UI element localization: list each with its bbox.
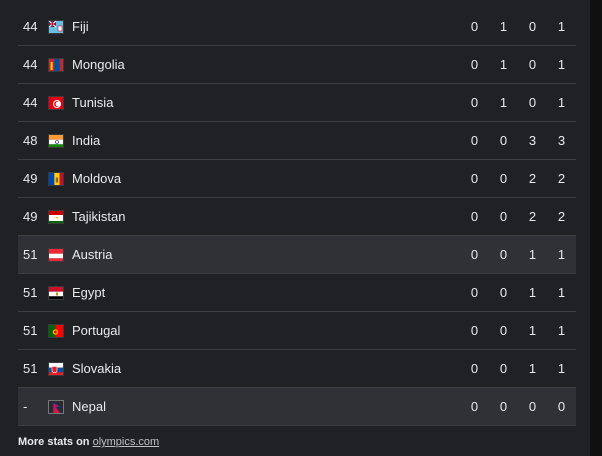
tajikistan-flag-icon xyxy=(48,209,64,224)
silver-count: 0 xyxy=(499,133,508,148)
medal-table: 44 Fiji 0 1 0 1 44 Mongolia 0 1 0 1 44 T… xyxy=(18,8,576,426)
portugal-flag-icon xyxy=(48,323,64,338)
slovakia-flag-icon xyxy=(48,361,64,376)
table-row[interactable]: 44 Fiji 0 1 0 1 xyxy=(18,8,576,46)
gold-count: 0 xyxy=(470,95,479,110)
gold-count: 0 xyxy=(470,247,479,262)
bronze-count: 1 xyxy=(528,361,537,376)
table-row[interactable]: 48 India 0 0 3 3 xyxy=(18,122,576,160)
silver-count: 0 xyxy=(499,285,508,300)
bronze-count: 0 xyxy=(528,399,537,414)
bronze-count: 0 xyxy=(528,95,537,110)
silver-count: 0 xyxy=(499,209,508,224)
country-name: Tunisia xyxy=(72,95,114,110)
gold-count: 0 xyxy=(470,209,479,224)
bronze-count: 1 xyxy=(528,323,537,338)
bronze-count: 0 xyxy=(528,19,537,34)
country-name: Moldova xyxy=(72,171,122,186)
table-row[interactable]: 51 Egypt 0 0 1 1 xyxy=(18,274,576,312)
total-count: 2 xyxy=(557,209,566,224)
more-stats-label: More stats on xyxy=(18,436,90,448)
gold-count: 0 xyxy=(470,285,479,300)
table-row[interactable]: 44 Mongolia 0 1 0 1 xyxy=(18,46,576,84)
total-count: 1 xyxy=(557,57,566,72)
table-row[interactable]: 51 Slovakia 0 0 1 1 xyxy=(18,350,576,388)
gold-count: 0 xyxy=(470,323,479,338)
country-name: Tajikistan xyxy=(72,209,126,224)
total-count: 0 xyxy=(557,399,566,414)
rank: 49 xyxy=(23,171,38,186)
mongolia-flag-icon xyxy=(48,57,64,72)
silver-count: 0 xyxy=(499,171,508,186)
total-count: 2 xyxy=(557,171,566,186)
silver-count: 1 xyxy=(499,57,508,72)
rank: - xyxy=(23,399,28,414)
country-name: Slovakia xyxy=(72,361,122,376)
table-row[interactable]: 49 Tajikistan 0 0 2 2 xyxy=(18,198,576,236)
fiji-flag-icon xyxy=(48,19,64,34)
egypt-flag-icon xyxy=(48,285,64,300)
bronze-count: 2 xyxy=(528,209,537,224)
table-row[interactable]: 49 Moldova 0 0 2 2 xyxy=(18,160,576,198)
table-row[interactable]: 51 Portugal 0 0 1 1 xyxy=(18,312,576,350)
gold-count: 0 xyxy=(470,19,479,34)
total-count: 3 xyxy=(557,133,566,148)
total-count: 1 xyxy=(557,361,566,376)
gold-count: 0 xyxy=(470,171,479,186)
country-name: Portugal xyxy=(72,323,121,338)
rank: 51 xyxy=(23,247,38,262)
rank: 49 xyxy=(23,209,38,224)
table-row[interactable]: 51 Austria 0 0 1 1 xyxy=(18,236,576,274)
scrollbar-track[interactable] xyxy=(590,0,602,456)
rank: 44 xyxy=(23,95,38,110)
moldova-flag-icon xyxy=(48,171,64,186)
gold-count: 0 xyxy=(470,361,479,376)
tunisia-flag-icon xyxy=(48,95,64,110)
table-row[interactable]: - Nepal 0 0 0 0 xyxy=(18,388,576,426)
gold-count: 0 xyxy=(470,133,479,148)
rank: 51 xyxy=(23,361,38,376)
medal-table-panel: 44 Fiji 0 1 0 1 44 Mongolia 0 1 0 1 44 T… xyxy=(0,0,590,456)
total-count: 1 xyxy=(557,323,566,338)
rank: 51 xyxy=(23,285,38,300)
total-count: 1 xyxy=(557,19,566,34)
country-name: Fiji xyxy=(72,19,89,34)
silver-count: 1 xyxy=(499,95,508,110)
bronze-count: 1 xyxy=(528,247,537,262)
rank: 44 xyxy=(23,57,38,72)
silver-count: 0 xyxy=(499,323,508,338)
silver-count: 1 xyxy=(499,19,508,34)
total-count: 1 xyxy=(557,95,566,110)
more-stats-footer: More stats on olympics.com xyxy=(18,436,159,448)
rank: 51 xyxy=(23,323,38,338)
rank: 48 xyxy=(23,133,38,148)
gold-count: 0 xyxy=(470,399,479,414)
total-count: 1 xyxy=(557,285,566,300)
country-name: Nepal xyxy=(72,399,106,414)
table-row[interactable]: 44 Tunisia 0 1 0 1 xyxy=(18,84,576,122)
bronze-count: 3 xyxy=(528,133,537,148)
bronze-count: 1 xyxy=(528,285,537,300)
silver-count: 0 xyxy=(499,247,508,262)
india-flag-icon xyxy=(48,133,64,148)
austria-flag-icon xyxy=(48,247,64,262)
rank: 44 xyxy=(23,19,38,34)
olympics-link[interactable]: olympics.com xyxy=(93,436,160,448)
country-name: Egypt xyxy=(72,285,106,300)
country-name: India xyxy=(72,133,101,148)
country-name: Austria xyxy=(72,247,113,262)
nepal-flag-icon xyxy=(48,399,64,414)
silver-count: 0 xyxy=(499,399,508,414)
silver-count: 0 xyxy=(499,361,508,376)
bronze-count: 0 xyxy=(528,57,537,72)
country-name: Mongolia xyxy=(72,57,125,72)
bronze-count: 2 xyxy=(528,171,537,186)
gold-count: 0 xyxy=(470,57,479,72)
total-count: 1 xyxy=(557,247,566,262)
